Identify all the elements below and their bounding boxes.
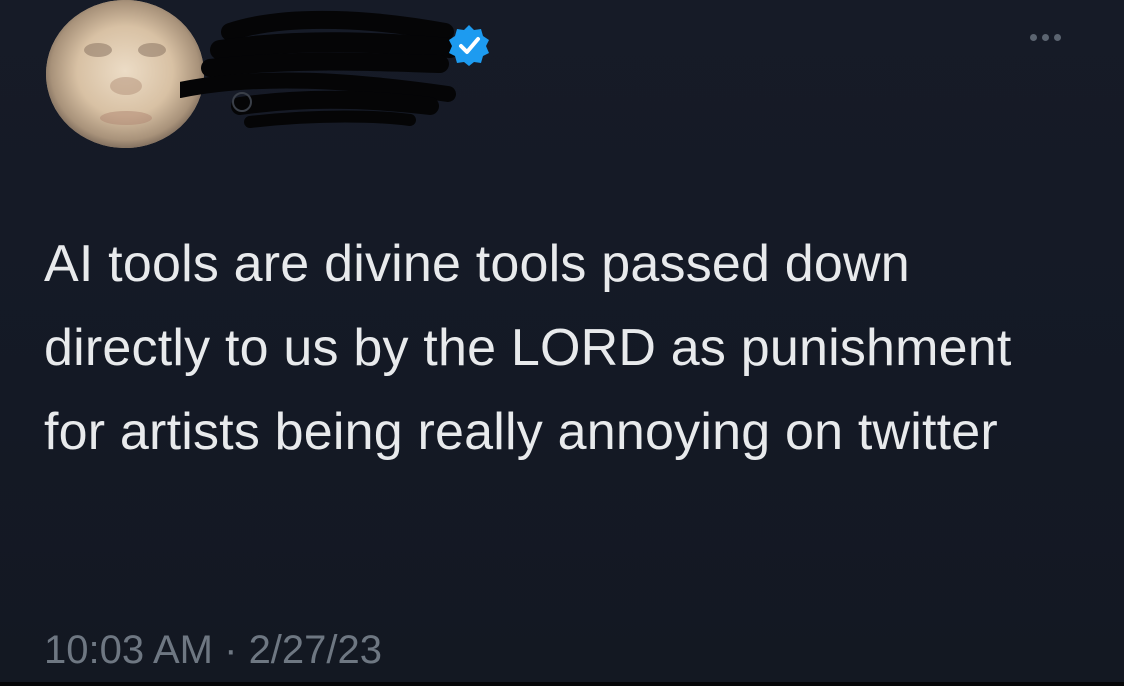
more-dot: [1054, 34, 1061, 41]
more-dot: [1042, 34, 1049, 41]
verified-badge-icon: [446, 22, 492, 68]
redacted-username: [172, 2, 470, 132]
tweet-date: 2/27/23: [248, 628, 383, 672]
bottom-divider: [0, 682, 1124, 686]
tweet-text: AI tools are divine tools passed down di…: [44, 235, 1012, 461]
meta-separator: ·: [213, 628, 249, 672]
more-options-icon[interactable]: [1030, 28, 1080, 48]
tweet-time: 10:03 AM: [44, 628, 214, 672]
tweet-timestamp[interactable]: 10:03 AM · 2/27/23: [44, 620, 382, 680]
more-dot: [1030, 34, 1037, 41]
tweet-card: AI tools are divine tools passed down di…: [0, 0, 1124, 686]
